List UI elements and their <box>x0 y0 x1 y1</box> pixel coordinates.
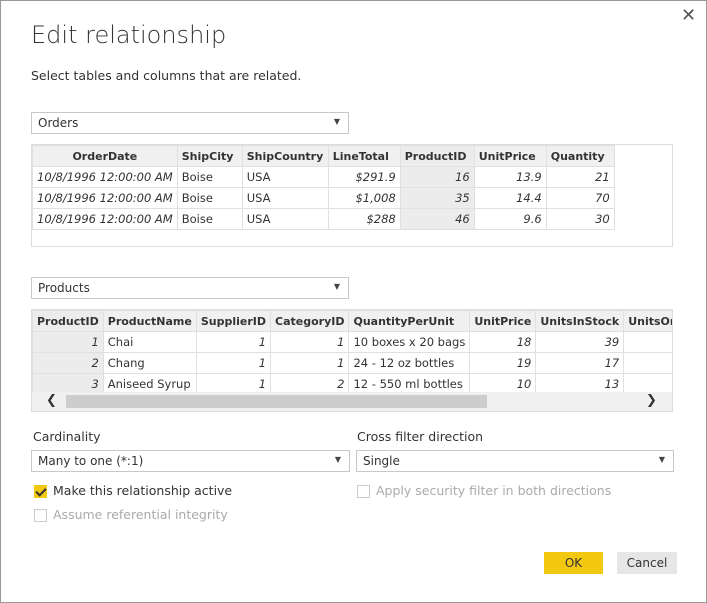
cardinality-select[interactable]: Many to one (*:1) ▼ <box>31 450 350 472</box>
table-cell: 10/8/1996 12:00:00 AM <box>32 208 178 230</box>
table-cell: 16 <box>399 166 475 188</box>
table-cell: 17 <box>535 352 625 374</box>
column-header: ProductName <box>102 310 197 332</box>
table-cell: 9.6 <box>473 208 547 230</box>
table-cell: 39 <box>535 331 625 353</box>
active-checkbox[interactable]: Make this relationship active <box>34 483 232 498</box>
table-row: 2 Chang 1 1 24 - 12 oz bottles 19 17 <box>32 352 672 374</box>
table-cell: 19 <box>469 352 537 374</box>
column-header: ProductID <box>399 145 475 167</box>
table1-select-value: Orders <box>38 116 79 130</box>
column-header: ProductID <box>32 310 104 332</box>
table-cell: Boise <box>176 166 243 188</box>
cross-filter-label: Cross filter direction <box>357 429 484 444</box>
table-cell: $291.9 <box>327 166 401 188</box>
table-cell <box>623 352 672 374</box>
table-cell <box>623 331 672 353</box>
scroll-right-icon[interactable]: ❯ <box>646 393 657 408</box>
chevron-down-icon: ▼ <box>333 117 340 126</box>
table-cell: 18 <box>469 331 537 353</box>
table-cell: Chai <box>102 331 197 353</box>
table-cell: 30 <box>545 208 615 230</box>
table-cell: 1 <box>32 331 104 353</box>
table-cell: 10/8/1996 12:00:00 AM <box>32 187 178 209</box>
column-header: ShipCity <box>176 145 243 167</box>
column-header: UnitPrice <box>469 310 537 332</box>
table-cell: 10 boxes x 20 bags <box>348 331 471 353</box>
dialog-subtitle: Select tables and columns that are relat… <box>31 68 302 83</box>
cardinality-value: Many to one (*:1) <box>38 454 144 468</box>
referential-checkbox[interactable]: Assume referential integrity <box>34 507 228 522</box>
table-row: 1 Chai 1 1 10 boxes x 20 bags 18 39 <box>32 331 672 353</box>
cross-filter-select[interactable]: Single ▼ <box>356 450 674 472</box>
scrollbar-thumb[interactable] <box>66 395 487 408</box>
column-header: CategoryID <box>270 310 350 332</box>
table-cell: 1 <box>270 352 350 374</box>
column-header: UnitPrice <box>473 145 547 167</box>
table-cell: Boise <box>176 208 243 230</box>
column-header: ShipCountry <box>241 145 329 167</box>
column-header: UnitsInStock <box>535 310 625 332</box>
table-cell: 14.4 <box>473 187 547 209</box>
table-cell: 46 <box>399 208 475 230</box>
close-icon[interactable]: ✕ <box>681 5 696 26</box>
table-cell: 1 <box>195 331 272 353</box>
table-cell: 24 - 12 oz bottles <box>348 352 471 374</box>
column-header: SupplierID <box>195 310 272 332</box>
security-checkbox[interactable]: Apply security filter in both directions <box>357 483 611 498</box>
cross-filter-value: Single <box>363 454 400 468</box>
chevron-down-icon: ▼ <box>333 282 340 291</box>
table-cell: Chang <box>102 352 197 374</box>
table-cell: USA <box>241 187 329 209</box>
table-cell: Boise <box>176 187 243 209</box>
checkbox-checked-icon[interactable] <box>34 485 47 498</box>
table-row: 10/8/1996 12:00:00 AM Boise USA $291.9 16 13.… <box>32 166 615 188</box>
column-header: OrderDate <box>32 145 178 167</box>
table-cell: 13.9 <box>473 166 547 188</box>
column-header: UnitsOnOrder <box>623 310 672 332</box>
table-cell: 70 <box>545 187 615 209</box>
ok-button[interactable]: OK <box>544 552 603 574</box>
table-cell: 2 <box>32 352 104 374</box>
security-checkbox-label: Apply security filter in both directions <box>376 483 612 498</box>
chevron-down-icon: ▼ <box>658 455 665 464</box>
dialog-title: Edit relationship <box>31 21 227 49</box>
table-cell: $1,008 <box>327 187 401 209</box>
table2-preview: ProductID ProductName SupplierID CategoryID… <box>31 309 673 412</box>
table-cell: USA <box>241 208 329 230</box>
table-row: 10/8/1996 12:00:00 AM Boise USA $1,008 35 14.… <box>32 187 615 209</box>
table2-select[interactable]: Products ▼ <box>31 277 349 299</box>
table-cell: USA <box>241 166 329 188</box>
checkbox-icon[interactable] <box>357 485 370 498</box>
cardinality-label: Cardinality <box>33 429 101 444</box>
scroll-left-icon[interactable]: ❮ <box>46 393 57 408</box>
table-cell: 21 <box>545 166 615 188</box>
table-cell: 1 <box>270 331 350 353</box>
chevron-down-icon: ▼ <box>334 455 341 464</box>
column-header: LineTotal <box>327 145 401 167</box>
column-header: Quantity <box>545 145 615 167</box>
referential-checkbox-label: Assume referential integrity <box>53 507 228 522</box>
table1-select[interactable]: Orders ▼ <box>31 112 349 134</box>
cancel-button[interactable]: Cancel <box>617 552 677 574</box>
horizontal-scrollbar[interactable]: ❮ ❯ <box>32 392 672 411</box>
table-cell: 1 <box>195 352 272 374</box>
column-header: QuantityPerUnit <box>348 310 471 332</box>
checkbox-icon[interactable] <box>34 509 47 522</box>
table-cell: $288 <box>327 208 401 230</box>
table-cell: 35 <box>399 187 475 209</box>
active-checkbox-label: Make this relationship active <box>53 483 233 498</box>
table1-preview: OrderDate ShipCity ShipCountry LineTotal Pro… <box>31 144 673 247</box>
table2-select-value: Products <box>38 281 90 295</box>
table-cell: 10/8/1996 12:00:00 AM <box>32 166 178 188</box>
edit-relationship-dialog: Edit relationship ✕ Select tables and co… <box>0 0 707 603</box>
table-row: 10/8/1996 12:00:00 AM Boise USA $288 46 9.6 30 <box>32 208 615 230</box>
